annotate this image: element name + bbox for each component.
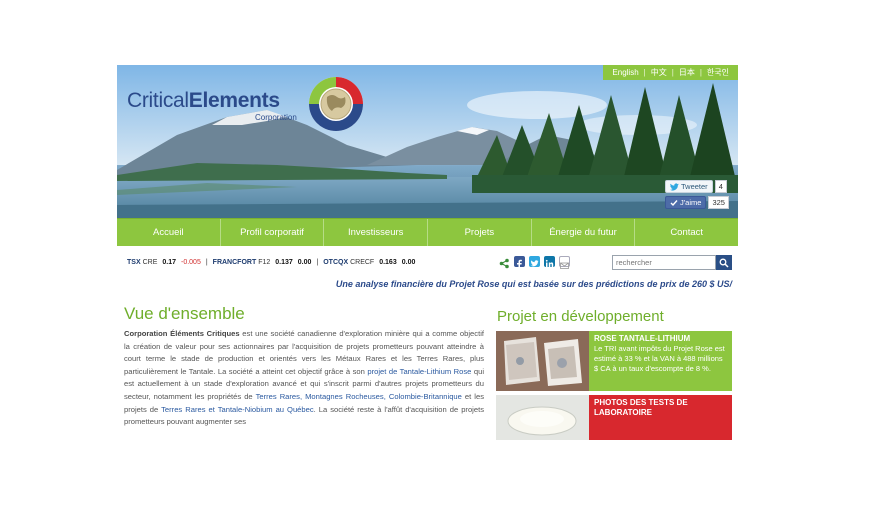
- language-japanese-link[interactable]: 日本: [674, 67, 700, 78]
- card-rose-text: Le TRI avant impôts du Projet Rose est e…: [594, 344, 725, 373]
- nav-item-projets[interactable]: Projets: [428, 219, 532, 246]
- social-buttons: Tweeter 4 J'aime 325: [665, 180, 729, 212]
- otcqx-change: 0.00: [401, 259, 416, 266]
- card-lab-title: PHOTOS DES TESTS DE LABORATOIRE: [594, 398, 688, 417]
- announcement-marquee[interactable]: Une analyse financière du Projet Rose qu…: [117, 279, 738, 289]
- search-input[interactable]: [612, 255, 716, 270]
- logo-name-bold: Elements: [188, 89, 280, 112]
- overview-title: Vue d'ensemble: [124, 304, 245, 323]
- rocky-mountains-link[interactable]: Terres Rares, Montagnes Rocheuses, Colom…: [256, 392, 462, 401]
- company-logo[interactable]: CriticalElements Corporation: [125, 75, 365, 135]
- header-banner: English | 中文 | 日本 | 한국인 CriticalElements…: [117, 65, 738, 218]
- like-count: 325: [708, 196, 729, 209]
- project-card-rose[interactable]: ROSE TANTALE-LITHIUM Le TRI avant impôts…: [496, 331, 732, 391]
- linkedin-icon[interactable]: [544, 256, 555, 267]
- ticker-separator: |: [316, 259, 319, 266]
- like-button[interactable]: J'aime: [665, 196, 707, 209]
- lab-powder-image: [496, 395, 589, 440]
- like-label: J'aime: [680, 198, 702, 207]
- frankfort-exchange: FRANCFORT: [212, 259, 257, 266]
- language-bar: English | 中文 | 日本 | 한국인: [603, 65, 738, 80]
- nav-item-energie-du-futur[interactable]: Énergie du futur: [532, 219, 636, 246]
- tsx-symbol: CRE: [142, 259, 158, 266]
- search-button[interactable]: [716, 255, 732, 270]
- rose-project-link[interactable]: projet de Tantale-Lithium Rose: [367, 367, 471, 376]
- logo-subtitle: Corporation: [255, 113, 297, 122]
- tsx-change: -0.005: [180, 259, 201, 266]
- tsx-exchange: TSX: [127, 259, 141, 266]
- ticker-separator: |: [205, 259, 208, 266]
- page: English | 中文 | 日本 | 한국인 CriticalElements…: [117, 65, 738, 440]
- tweet-count: 4: [714, 180, 727, 193]
- search-icon: [719, 258, 729, 268]
- otcqx-price: 0.163: [379, 259, 397, 266]
- tweet-button[interactable]: Tweeter: [665, 180, 713, 193]
- logo-name-light: Critical: [127, 89, 189, 112]
- nav-item-profil-corporatif[interactable]: Profil corporatif: [221, 219, 325, 246]
- twitter-icon: [670, 182, 679, 191]
- language-korean-link[interactable]: 한국인: [702, 67, 734, 78]
- nav-item-investisseurs[interactable]: Investisseurs: [324, 219, 429, 246]
- language-english-link[interactable]: English: [607, 68, 643, 77]
- frankfort-price: 0.137: [275, 259, 293, 266]
- company-name: Corporation Éléments Critiques: [124, 329, 240, 338]
- tsx-price: 0.17: [162, 259, 176, 266]
- main-navigation: Accueil Profil corporatif Investisseurs …: [117, 218, 738, 246]
- facebook-icon[interactable]: [514, 256, 525, 269]
- quebec-projects-link[interactable]: Terres Rares et Tantale-Niobium au Québe…: [161, 405, 314, 414]
- language-chinese-link[interactable]: 中文: [646, 67, 672, 78]
- share-icons: [499, 256, 570, 269]
- nav-item-contact[interactable]: Contact: [635, 219, 738, 246]
- twitter-share-icon[interactable]: [529, 256, 540, 267]
- nav-item-accueil[interactable]: Accueil: [117, 219, 221, 246]
- tweet-label: Tweeter: [681, 182, 708, 191]
- globe-logo-icon: [309, 77, 363, 131]
- projects-title: Projet en développement: [497, 308, 664, 325]
- email-icon[interactable]: [559, 256, 570, 269]
- share-icon[interactable]: [499, 256, 510, 269]
- otcqx-exchange: OTCQX: [323, 259, 349, 266]
- stock-ticker: TSX CRE 0.17 -0.005 | FRANCFORT F12 0.13…: [127, 259, 420, 266]
- card-rose-title: ROSE TANTALE-LITHIUM: [594, 334, 691, 343]
- logo-wordmark: CriticalElements: [127, 89, 280, 113]
- frankfort-change: 0.00: [297, 259, 312, 266]
- overview-text: Corporation Éléments Critiques est une s…: [124, 328, 484, 429]
- rock-samples-image: [496, 331, 589, 391]
- frankfort-symbol: F12: [258, 259, 271, 266]
- checkmark-icon: [670, 199, 678, 206]
- project-card-lab-photos[interactable]: PHOTOS DES TESTS DE LABORATOIRE: [496, 395, 732, 440]
- search-box: [612, 255, 732, 270]
- otcqx-symbol: CRECF: [350, 259, 375, 266]
